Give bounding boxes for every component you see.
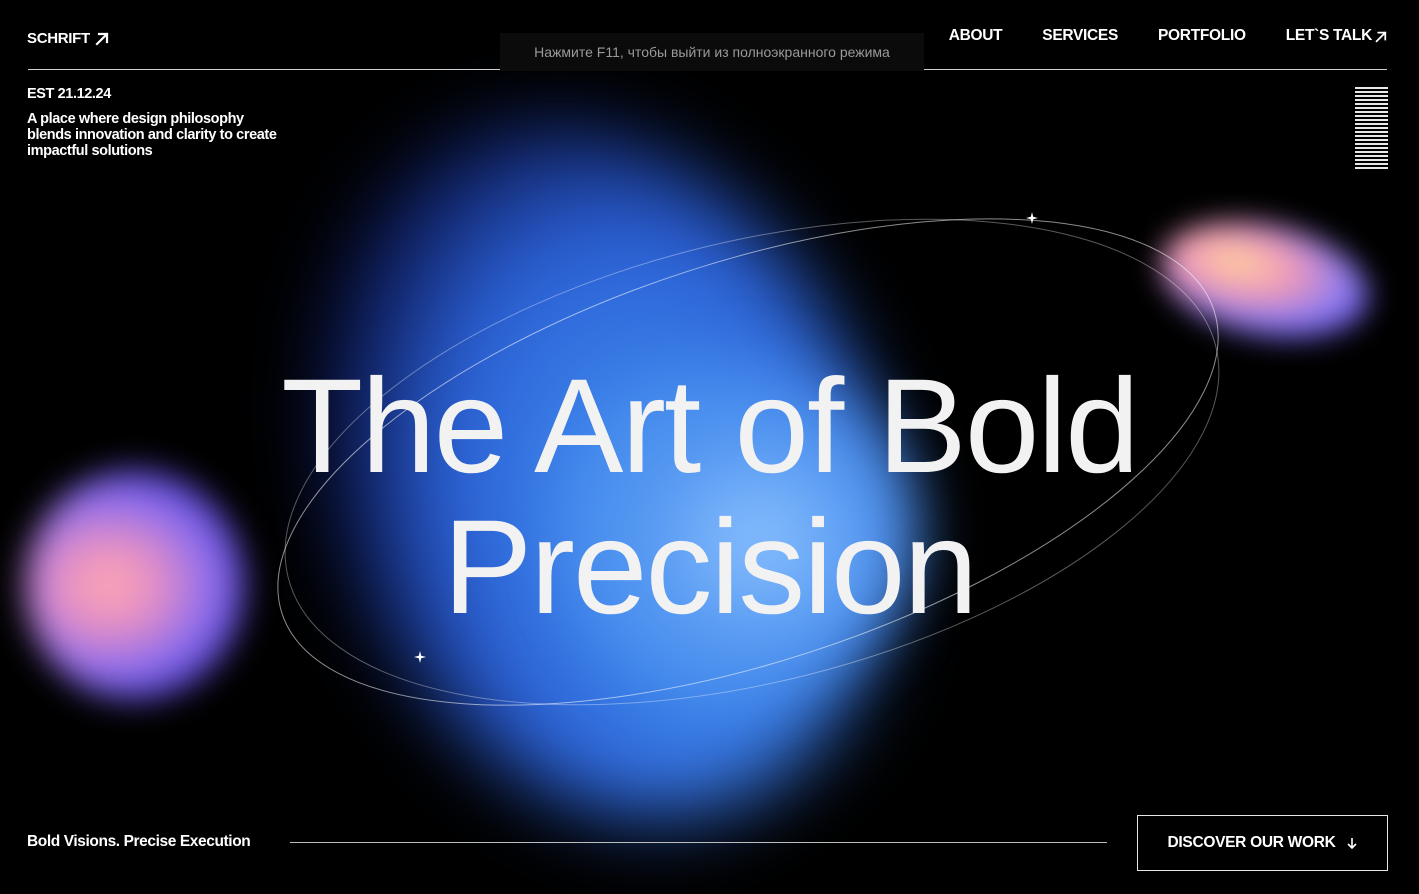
hero-title-line-1: The Art of Bold <box>281 352 1139 501</box>
brand-name: SCHRIFT <box>27 30 90 47</box>
arrow-down-icon <box>1346 837 1357 849</box>
discover-our-work-button[interactable]: DISCOVER OUR WORK <box>1137 815 1388 871</box>
fullscreen-notice: Нажмите F11, чтобы выйти из полноэкранно… <box>500 33 924 71</box>
sparkle-icon <box>414 651 426 663</box>
nav-lets-talk[interactable]: LET`S TALK <box>1286 27 1387 45</box>
tagline: A place where design philosophy blends i… <box>27 111 277 159</box>
nav-portfolio-label: PORTFOLIO <box>1158 27 1246 44</box>
hero-title-line-2: Precision <box>442 493 978 642</box>
nav-about-label: ABOUT <box>948 27 1003 44</box>
nav-portfolio[interactable]: PORTFOLIO <box>1158 27 1246 45</box>
footer-caption: Bold Visions. Precise Execution <box>27 833 251 850</box>
arrow-up-right-icon <box>95 32 109 46</box>
cta-label: DISCOVER OUR WORK <box>1167 834 1336 851</box>
arrow-up-right-icon <box>1375 30 1387 42</box>
footer-divider <box>290 842 1107 843</box>
nav-about[interactable]: ABOUT <box>949 27 1003 45</box>
sparkle-icon <box>1026 212 1038 224</box>
established-date: EST 21.12.24 <box>27 86 111 102</box>
brand-logo-link[interactable]: SCHRIFT <box>27 30 109 47</box>
nav-services[interactable]: SERVICES <box>1042 27 1118 45</box>
landing-page: SCHRIFT ABOUT SERVICES PORTFOLIO LET`S T… <box>0 0 1419 894</box>
nav-lets-talk-label: LET`S TALK <box>1285 27 1373 44</box>
main-nav: ABOUT SERVICES PORTFOLIO LET`S TALK <box>949 27 1387 45</box>
menu-bars-icon[interactable] <box>1355 87 1388 170</box>
right-gradient-blob <box>1150 204 1380 356</box>
nav-services-label: SERVICES <box>1042 27 1119 44</box>
hero-title: The Art of Bold Precision <box>0 356 1419 638</box>
